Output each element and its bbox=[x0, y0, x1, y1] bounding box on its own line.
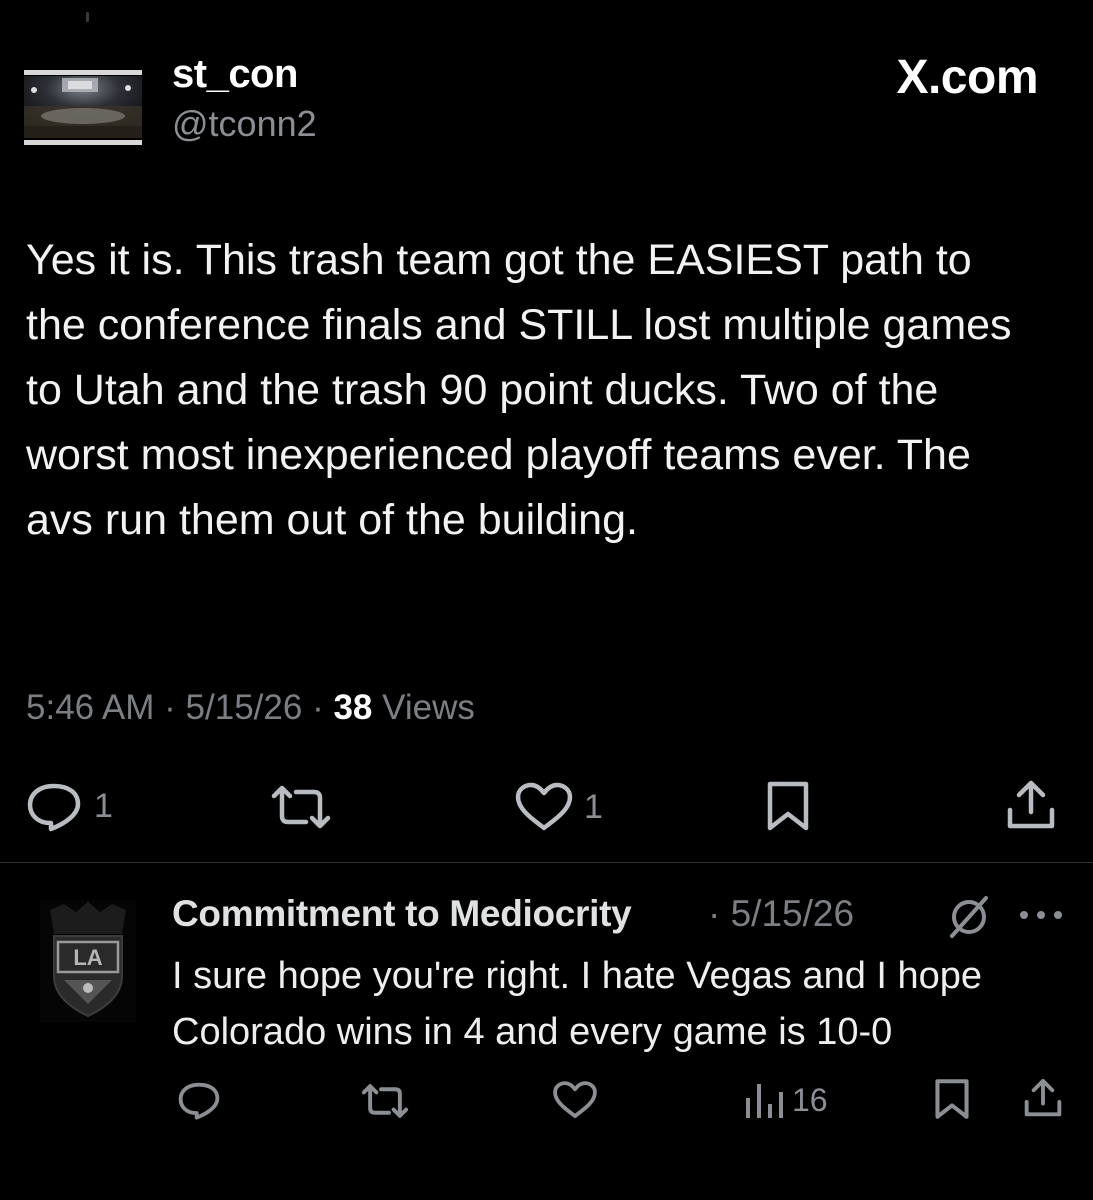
reply-repost-button[interactable] bbox=[360, 1083, 410, 1119]
like-count: 1 bbox=[584, 787, 603, 826]
bar-chart-icon bbox=[746, 1084, 783, 1118]
share-upload-icon bbox=[1007, 780, 1055, 829]
reply-like-button[interactable] bbox=[552, 1080, 598, 1120]
meta-separator: · bbox=[312, 688, 324, 727]
share-upload-icon bbox=[1024, 1078, 1062, 1117]
reply-text: I sure hope you're right. I hate Vegas a… bbox=[172, 955, 983, 1053]
reply-date[interactable]: 5/15/26 bbox=[731, 893, 854, 934]
arena-photo bbox=[24, 76, 142, 138]
avatar-frame-top bbox=[24, 70, 142, 75]
brand-watermark: X.com bbox=[896, 51, 1038, 104]
heart-icon bbox=[515, 782, 573, 831]
bookmark-button[interactable] bbox=[764, 780, 812, 832]
speech-bubble-icon bbox=[178, 1082, 220, 1120]
avatar-frame-bottom bbox=[24, 140, 142, 145]
tweet-time[interactable]: 5:46 AM bbox=[26, 688, 154, 727]
share-button[interactable] bbox=[1004, 778, 1058, 832]
tweet-date[interactable]: 5/15/26 bbox=[186, 688, 303, 727]
meta-separator: · bbox=[708, 893, 721, 934]
kings-logo-avatar[interactable]: LA bbox=[40, 900, 136, 1022]
grok-button[interactable] bbox=[946, 894, 992, 945]
bookmark-icon bbox=[767, 781, 809, 831]
status-indicator bbox=[86, 12, 89, 22]
reply-reply-button[interactable] bbox=[176, 1080, 222, 1120]
divider bbox=[0, 862, 1093, 863]
repost-arrows-icon bbox=[271, 785, 331, 829]
reply-date-line: · 5/15/26 bbox=[708, 893, 854, 935]
bookmark-icon bbox=[935, 1079, 969, 1119]
reply-share-button[interactable] bbox=[1022, 1076, 1064, 1120]
author-handle[interactable]: @tconn2 bbox=[172, 103, 317, 145]
reply-author-name[interactable]: Commitment to Mediocrity bbox=[172, 893, 632, 935]
meta-separator: · bbox=[164, 688, 176, 727]
avatar-logo-text: LA bbox=[73, 945, 102, 970]
reply-views-count: 16 bbox=[792, 1081, 828, 1118]
author-display-name[interactable]: st_con bbox=[172, 52, 298, 97]
tweet-meta: 5:46 AM · 5/15/26 · 38 Views bbox=[26, 688, 475, 728]
repost-button[interactable] bbox=[270, 784, 332, 830]
views-label[interactable]: Views bbox=[382, 688, 475, 727]
reply-bookmark-button[interactable] bbox=[932, 1078, 972, 1120]
more-options-button[interactable] bbox=[1018, 908, 1064, 927]
tweet-text: Yes it is. This trash team got the EASIE… bbox=[26, 236, 1012, 544]
reply-count: 1 bbox=[94, 786, 113, 825]
grok-slash-icon bbox=[950, 896, 988, 938]
like-button[interactable]: 1 bbox=[514, 782, 603, 832]
repost-arrows-icon bbox=[361, 1084, 409, 1118]
reply-views-button[interactable]: 16 bbox=[744, 1080, 828, 1120]
views-count[interactable]: 38 bbox=[333, 688, 372, 727]
heart-icon bbox=[553, 1081, 597, 1119]
speech-bubble-icon bbox=[27, 783, 81, 832]
reply-button[interactable]: 1 bbox=[24, 780, 113, 832]
ellipsis-icon bbox=[1020, 911, 1062, 919]
avatar[interactable] bbox=[24, 68, 142, 148]
